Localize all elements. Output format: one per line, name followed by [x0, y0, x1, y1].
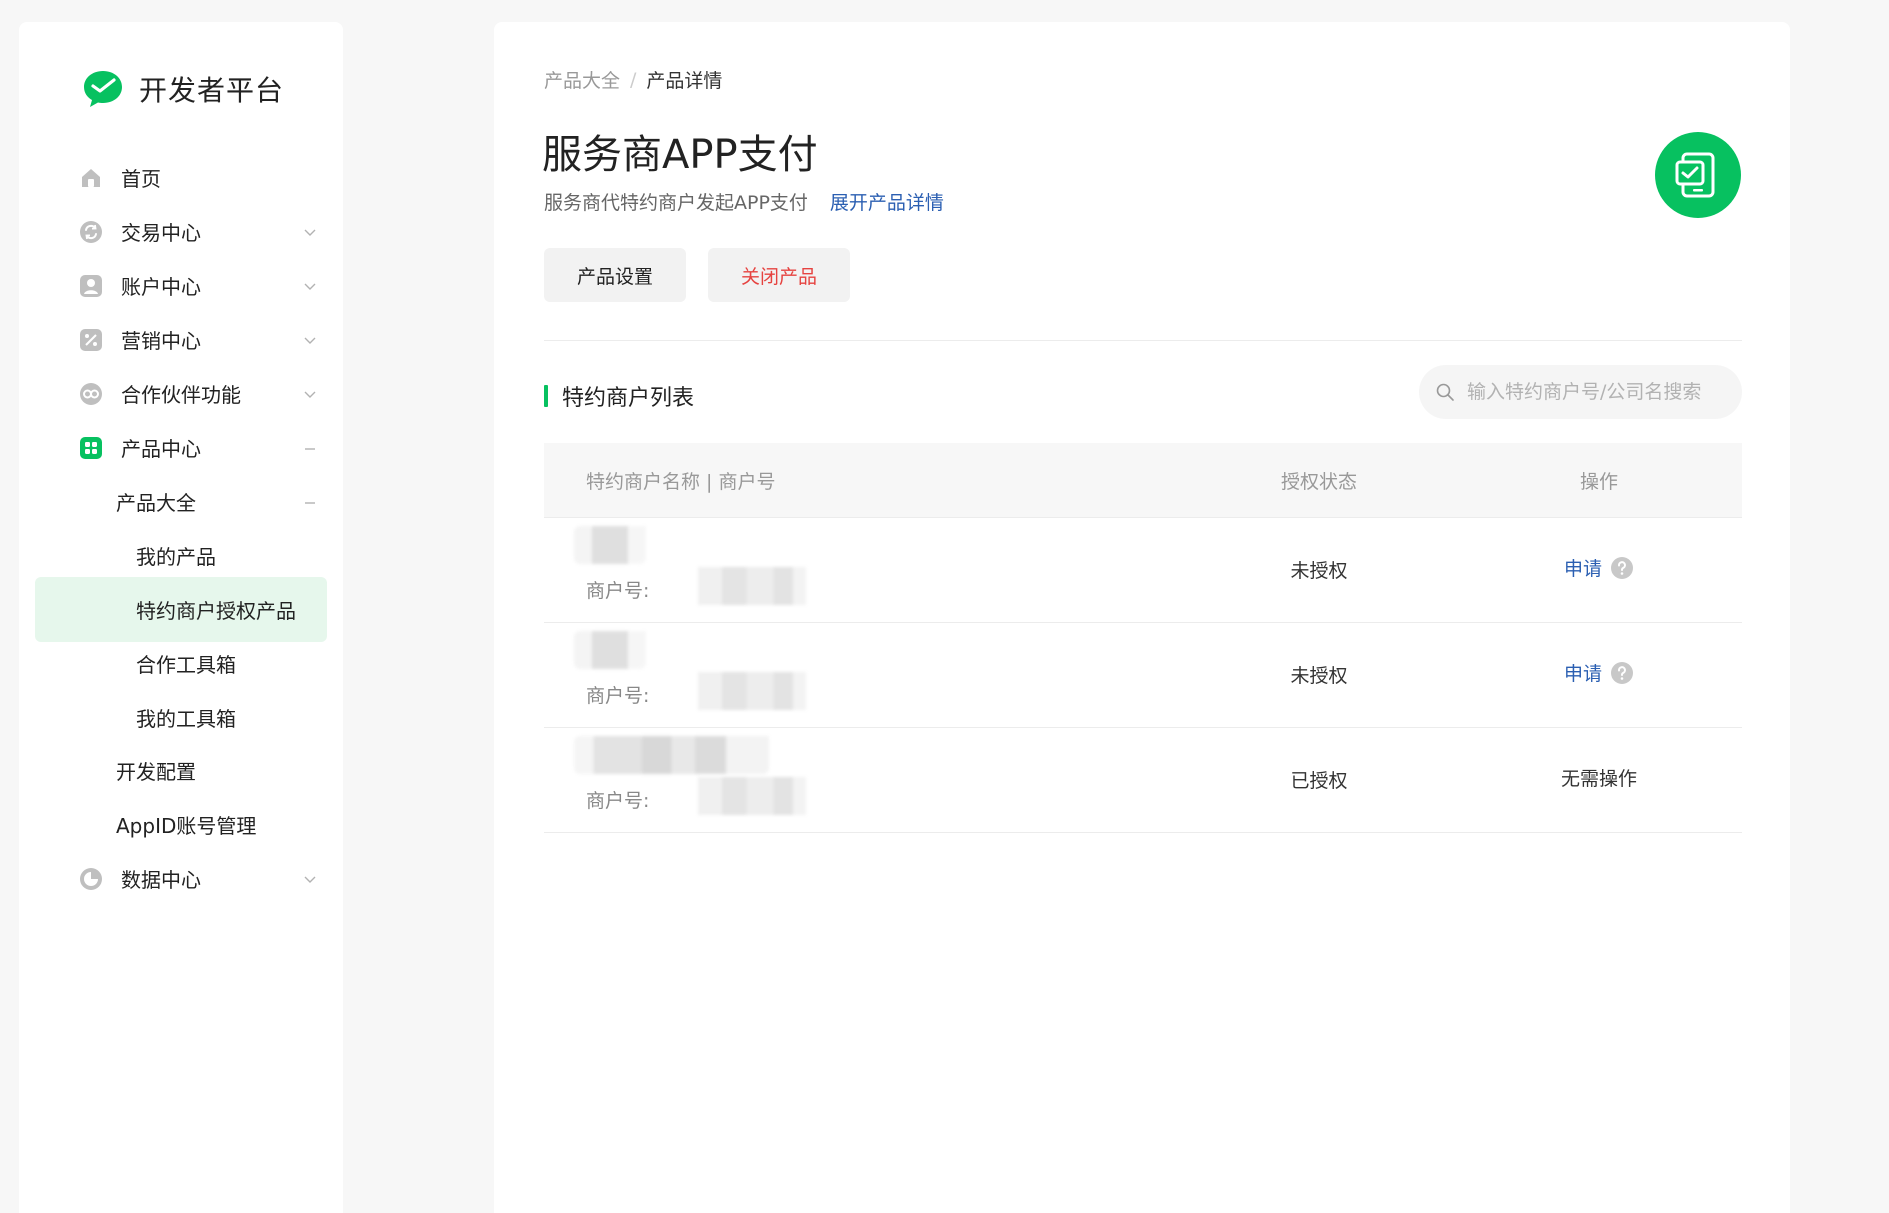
auth-status: 已授权 [1290, 770, 1348, 792]
sidebar-item-data-center[interactable]: 数据中心 [35, 846, 327, 911]
table-row: 商户号: 未授权 申请 [544, 518, 1742, 623]
sidebar-item-label: 产品大全 [116, 491, 196, 515]
sidebar-item-label: 开发配置 [116, 760, 196, 784]
table-header: 特约商户名称 | 商户号 授权状态 操作 [544, 443, 1742, 518]
chevron-down-icon [304, 876, 316, 883]
sidebar-item-label: 我的产品 [136, 545, 216, 569]
product-description: 服务商代特约商户发起APP支付 [544, 192, 808, 214]
redacted-merchant-no [698, 567, 806, 605]
auth-status: 未授权 [1290, 560, 1348, 582]
sidebar-item-label: 数据中心 [121, 868, 201, 892]
breadcrumb-separator: / [630, 68, 637, 91]
merchant-name-cell: 商户号: [574, 518, 806, 622]
home-icon [82, 169, 100, 187]
expand-product-details-link[interactable]: 展开产品详情 [830, 188, 944, 215]
sidebar: 开发者平台 首页 交易中心 账户中心 营销中心 合作伙伴功能 产品中心 产品大全… [19, 22, 343, 1213]
sidebar-item-label: AppID账号管理 [116, 814, 257, 838]
merchant-search[interactable] [1419, 365, 1742, 419]
redacted-merchant-name [574, 631, 646, 669]
action-cell: 无需操作 [1544, 764, 1654, 791]
sidebar-item-label: 产品中心 [121, 437, 201, 461]
user-icon [80, 275, 102, 297]
chevron-down-icon [304, 337, 316, 344]
apply-link[interactable]: 申请 [1564, 554, 1602, 581]
exchange-icon [80, 221, 102, 243]
grid-apps-icon [80, 437, 102, 459]
divider [544, 340, 1742, 341]
table-row: 商户号: 未授权 申请 [544, 623, 1742, 728]
wechat-pay-logo-icon [84, 71, 122, 107]
merchant-name-cell: 商户号: [574, 623, 806, 727]
auth-status: 未授权 [1290, 665, 1348, 687]
merchant-name-cell: 商户号: [574, 728, 806, 832]
pie-chart-icon [80, 868, 102, 890]
breadcrumb-link-all-products[interactable]: 产品大全 [544, 66, 620, 93]
sidebar-item-label: 合作工具箱 [136, 653, 236, 677]
table-row: 商户号: 已授权 无需操作 [544, 728, 1742, 833]
apply-link[interactable]: 申请 [1564, 659, 1602, 686]
merchant-search-input[interactable] [1465, 365, 1725, 419]
app-pay-product-icon [1655, 132, 1741, 218]
close-product-button[interactable]: 关闭产品 [708, 248, 850, 302]
help-question-icon[interactable] [1610, 661, 1634, 685]
brand[interactable]: 开发者平台 [81, 67, 284, 111]
help-question-icon[interactable] [1610, 556, 1634, 580]
redacted-merchant-no [698, 672, 806, 710]
collapse-minus-icon [305, 502, 315, 504]
section-title: 特约商户列表 [562, 386, 695, 411]
action-cell: 申请 [1544, 554, 1654, 581]
partner-icon [80, 383, 102, 405]
merchant-no-label: 商户号: [586, 790, 650, 812]
column-header-action: 操作 [1579, 471, 1618, 493]
redacted-merchant-name [574, 526, 646, 564]
chevron-down-icon [304, 391, 316, 398]
product-settings-button[interactable]: 产品设置 [544, 248, 686, 302]
merchant-no-label: 商户号: [586, 580, 650, 602]
chevron-down-icon [304, 229, 316, 236]
merchant-table: 特约商户名称 | 商户号 授权状态 操作 商户号: 未授权 申请 商户号: 未授… [544, 443, 1742, 833]
collapse-minus-icon [305, 448, 315, 450]
search-icon [1436, 383, 1454, 401]
section-header: 特约商户列表 [544, 380, 694, 412]
main-content: 产品大全 / 产品详情 服务商APP支付 服务商代特约商户发起APP支付 展开产… [494, 22, 1790, 1213]
breadcrumb-current: 产品详情 [646, 70, 723, 92]
sidebar-item-label: 首页 [121, 167, 161, 191]
section-accent-bar [544, 385, 548, 407]
redacted-merchant-name [574, 736, 769, 774]
sidebar-item-label: 账户中心 [121, 275, 201, 299]
merchant-no-label: 商户号: [586, 685, 650, 707]
sidebar-item-label: 特约商户授权产品 [136, 599, 296, 623]
sidebar-item-label: 交易中心 [121, 221, 201, 245]
chevron-down-icon [304, 283, 316, 290]
product-description-row: 服务商代特约商户发起APP支付 展开产品详情 [544, 188, 944, 215]
page-title: 服务商APP支付 [542, 132, 818, 178]
column-header-status: 授权状态 [1280, 471, 1357, 493]
brand-title: 开发者平台 [139, 74, 285, 107]
redacted-merchant-no [698, 777, 806, 815]
discount-icon [80, 329, 102, 351]
no-action-text: 无需操作 [1560, 768, 1637, 790]
sidebar-item-label: 合作伙伴功能 [121, 383, 241, 407]
sidebar-item-label: 营销中心 [121, 329, 201, 353]
action-cell: 申请 [1544, 659, 1654, 686]
column-header-name: 特约商户名称 | 商户号 [586, 471, 776, 493]
sidebar-item-label: 我的工具箱 [136, 707, 236, 731]
breadcrumb: 产品大全 / 产品详情 [544, 66, 722, 93]
